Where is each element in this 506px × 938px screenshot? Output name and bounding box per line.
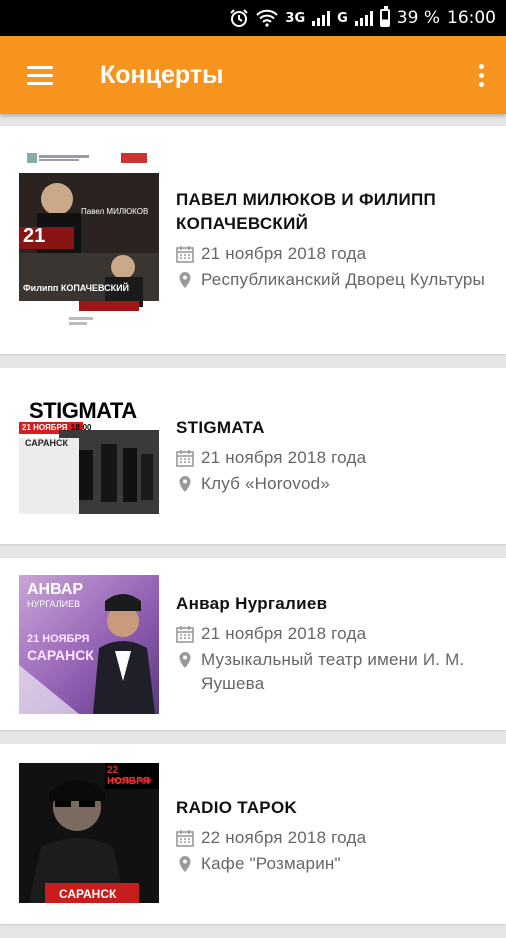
concert-info: Анвар Нургалиев 21 ноября 2018 года Музы… xyxy=(176,592,506,696)
location-pin-icon xyxy=(179,272,191,288)
poster-artist-2: Филипп КОПАЧЕВСКИЙ xyxy=(23,282,130,293)
poster-time: 18:00 xyxy=(71,423,92,432)
concert-date: 22 ноября 2018 года xyxy=(201,828,367,847)
concert-date: 21 ноября 2018 года xyxy=(201,624,367,643)
concert-date-row: 21 ноября 2018 года xyxy=(176,622,490,646)
calendar-icon xyxy=(176,246,194,263)
poster-city: САРАНСК xyxy=(25,438,68,448)
concert-venue-row: Кафе "Розмарин" xyxy=(176,852,490,876)
concert-info: ПАВЕЛ МИЛЮКОВ И ФИЛИПП КОПАЧЕВСКИЙ 21 но… xyxy=(176,188,506,292)
signal-icon-1 xyxy=(312,10,331,26)
network-type-2: G xyxy=(337,10,348,26)
more-vert-icon[interactable] xyxy=(456,45,506,105)
concert-date-row: 21 ноября 2018 года xyxy=(176,446,490,470)
location-pin-icon xyxy=(179,476,191,492)
concert-card[interactable]: STIGMATA 21 НОЯБРЯ 18:00 САРАНСК STIGMAT… xyxy=(0,368,506,544)
concert-card[interactable]: 21 Павел МИЛЮКОВ Филипп КОПАЧЕВСКИЙ ПАВЕ… xyxy=(0,126,506,354)
calendar-icon xyxy=(176,626,194,643)
signal-icon-2 xyxy=(354,10,373,26)
concert-poster: 21 Павел МИЛЮКОВ Филипп КОПАЧЕВСКИЙ xyxy=(19,148,159,332)
poster-artist-1: Павел МИЛЮКОВ xyxy=(81,206,149,216)
calendar-icon xyxy=(176,450,194,467)
poster-date: 21 НОЯБРЯ xyxy=(22,423,68,432)
concert-date-row: 21 ноября 2018 года xyxy=(176,242,490,266)
status-bar: 3G G 39 % 16:00 xyxy=(0,0,506,36)
calendar-icon xyxy=(176,830,194,847)
concert-name: ПАВЕЛ МИЛЮКОВ И ФИЛИПП КОПАЧЕВСКИЙ xyxy=(176,190,437,233)
concert-date-row: 22 ноября 2018 года xyxy=(176,826,490,850)
concert-poster: 22 НОЯБРЯ РОЗМАРИН САРАНСК xyxy=(19,763,159,903)
concert-card[interactable]: АНВАР НУРГАЛИЕВ 21 НОЯБРЯ САРАНСК Анвар … xyxy=(0,558,506,730)
concert-venue: Музыкальный театр имени И. М. Яушева xyxy=(201,650,465,693)
concert-info: RADIO TAPOK 22 ноября 2018 года Кафе "Ро… xyxy=(176,796,506,876)
concert-list: 21 Павел МИЛЮКОВ Филипп КОПАЧЕВСКИЙ ПАВЕ… xyxy=(0,126,506,938)
poster-city: САРАНСК xyxy=(59,887,117,901)
battery-icon xyxy=(379,6,390,27)
poster-date: 21 НОЯБРЯ xyxy=(27,632,90,645)
hamburger-menu-icon[interactable] xyxy=(10,45,70,105)
concert-venue: Клуб «Horovod» xyxy=(201,474,330,493)
poster-title: STIGMATA xyxy=(29,398,137,423)
wifi-icon xyxy=(256,9,279,27)
concert-poster: АНВАР НУРГАЛИЕВ 21 НОЯБРЯ САРАНСК xyxy=(19,574,159,714)
concert-venue-row: Музыкальный театр имени И. М. Яушева xyxy=(176,648,490,696)
poster-venue: РОЗМАРИН xyxy=(111,778,152,785)
poster-name-2: НУРГАЛИЕВ xyxy=(27,598,81,609)
concert-date: 21 ноября 2018 года xyxy=(201,244,367,263)
concert-venue: Республиканский Дворец Культуры xyxy=(201,270,485,289)
concert-venue-row: Республиканский Дворец Культуры xyxy=(176,268,490,292)
concert-venue-row: Клуб «Horovod» xyxy=(176,472,490,496)
poster-city: САРАНСК xyxy=(27,646,94,663)
concert-name: Анвар Нургалиев xyxy=(176,594,328,613)
location-pin-icon xyxy=(179,856,191,872)
clock: 16:00 xyxy=(447,8,496,28)
concert-name: RADIO TAPOK xyxy=(176,798,298,817)
concert-name: STIGMATA xyxy=(176,418,265,437)
poster-date: 21 xyxy=(23,224,46,247)
network-type-1: 3G xyxy=(285,10,306,26)
concert-info: STIGMATA 21 ноября 2018 года Клуб «Horov… xyxy=(176,416,506,496)
location-pin-icon xyxy=(179,652,191,668)
concert-venue: Кафе "Розмарин" xyxy=(201,854,341,873)
concert-date: 21 ноября 2018 года xyxy=(201,448,367,467)
app-bar: Концерты xyxy=(0,36,506,114)
alarm-icon xyxy=(230,9,249,27)
poster-name-1: АНВАР xyxy=(27,580,84,598)
concert-poster: STIGMATA 21 НОЯБРЯ 18:00 САРАНСК xyxy=(19,398,159,514)
page-title: Концерты xyxy=(100,60,224,89)
battery-percent: 39 % xyxy=(396,8,440,28)
concert-card[interactable]: 22 НОЯБРЯ РОЗМАРИН САРАНСК RADIO TAPOK 2… xyxy=(0,744,506,924)
